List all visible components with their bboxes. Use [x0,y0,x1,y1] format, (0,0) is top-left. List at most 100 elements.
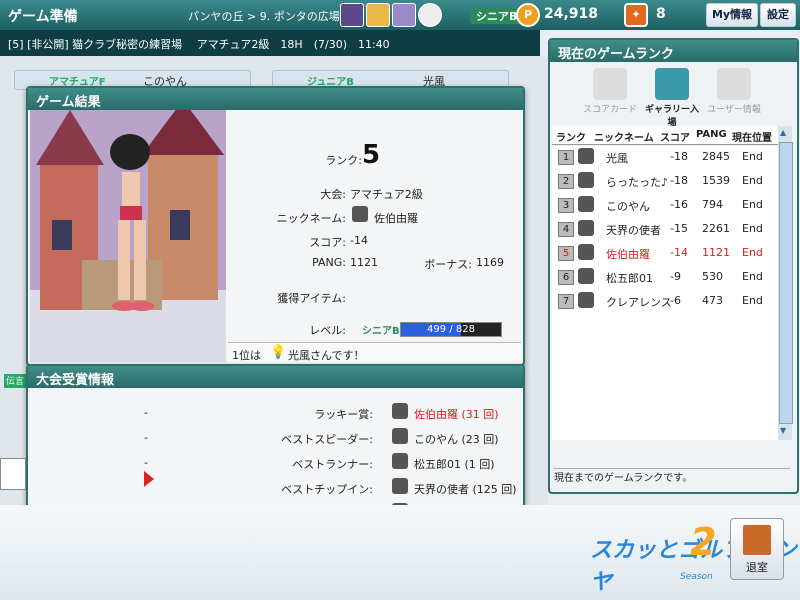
ranking-list[interactable]: 1 光風 -18 2845 End 2 らったった♪ -18 1539 End 3 このやん -16 79… [552,146,778,440]
ranking-score: -18 [670,174,688,187]
ranking-score: -16 [670,198,688,211]
award-value: このやん (23 回) [414,433,499,446]
ranking-pos: End [742,294,763,307]
ranking-row[interactable]: 2 らったった♪ -18 1539 End [552,170,778,192]
ranking-status: 現在までのゲームランクです。 [554,468,790,487]
settings-button[interactable]: 設定 [760,3,796,27]
first-place-line: 1位は 💡 光風さんです！ [228,342,521,363]
exit-label: 退室 [746,561,768,574]
mouse-cursor-icon [144,471,154,487]
ranking-pang: 794 [702,198,723,211]
award-value: 松五郎01 (1 回) [414,458,495,471]
chat-tab[interactable]: 伝言 [4,374,26,388]
ranking-row[interactable]: 6 松五郎01 -9 530 End [552,266,778,288]
ranking-row[interactable]: 4 天界の使者 -15 2261 End [552,218,778,240]
nickname-value: 佐伯由羅 [374,212,418,225]
ranking-pang: 2261 [702,222,730,235]
ranking-score: -6 [670,294,681,307]
rank-label: ランク: [325,154,362,167]
tab-label: ユーザー情報 [707,105,761,115]
ranking-score: -18 [670,150,688,163]
my-info-button[interactable]: My情報 [706,3,758,27]
screen-title: ゲーム準備 [8,9,78,25]
room-info-text: [5] [非公開] 猫クラブ秘密の練習場 アマチュア2級 18H (7/30) … [8,38,390,51]
ranking-score: -14 [670,246,688,259]
ranking-scrollbar[interactable]: ▲ ▼ [778,126,793,440]
award-dash: - [144,456,148,469]
pang-value: 1121 [350,256,378,269]
scroll-up-icon[interactable]: ▲ [780,128,786,137]
rank-number: 4 [558,222,574,237]
award-label: ラッキー賞: [314,408,373,421]
tab-scorecard[interactable]: スコアカード [580,68,640,122]
award-label: ベストチップイン: [281,483,373,496]
tab-user-info[interactable]: ユーザー情報 [704,68,764,122]
rank-number: 7 [558,294,574,309]
ranking-pang: 530 [702,270,723,283]
ranking-row[interactable]: 7 クレアレンス -6 473 End [552,290,778,312]
ranking-row[interactable]: 1 光風 -18 2845 End [552,146,778,168]
col-nickname: ニックネーム [594,133,654,144]
scorecard-icon [593,68,627,100]
ranking-name: 佐伯由羅 [606,248,650,261]
rank-value: 5 [362,140,381,170]
ranking-pang: 473 [702,294,723,307]
exit-button[interactable]: 退室 [730,518,784,580]
game-result-panel: ゲーム結果 ランク: 5 大会: アマチュア2級 ニックネーム: 佐伯由羅 スコ… [26,86,525,366]
ranking-name: らったった♪ [606,176,669,189]
lightbulb-icon: 💡 [270,345,287,360]
ranking-title: 現在のゲームランク [558,47,674,62]
player-avatar-icon [578,148,594,164]
ranking-row[interactable]: 5 佐伯由羅 -14 1121 End [552,242,778,264]
player-avatar-icon [352,206,368,222]
tab-label: スコアカード [582,105,637,115]
ranking-row[interactable]: 3 このやん -16 794 End [552,194,778,216]
ranking-name: 天界の使者 [606,224,661,237]
tourney-label: 大会: [320,188,346,201]
player-avatar-4[interactable] [418,3,442,27]
player-avatar-icon [578,172,594,188]
first-prefix: 1位は [232,349,261,362]
pang-label: PANG: [312,256,346,269]
rank-number: 1 [558,150,574,165]
awards-title: 大会受賞情報 [36,373,115,388]
tab-gallery[interactable]: ギャラリー入場 [642,68,702,128]
ranking-pang: 1121 [702,246,730,259]
pang-count: 24,918 [544,6,599,22]
score-label: スコア: [309,236,346,249]
ranking-name: 松五郎01 [606,272,653,285]
ranking-name: このやん [606,200,650,213]
items-label: 獲得アイテム: [277,292,346,305]
scroll-thumb[interactable] [779,142,793,424]
ranking-pos: End [742,174,763,187]
level-progress-text: 499 / 828 [427,324,475,335]
gallery-icon [655,68,689,100]
player-avatar-1[interactable] [340,3,364,27]
player-avatar-icon [578,268,594,284]
player-avatar-icon [578,196,594,212]
ranking-header: 現在のゲームランク [550,40,797,62]
scroll-down-icon[interactable]: ▼ [780,426,786,435]
player-avatar-icon [578,244,594,260]
ranking-pos: End [742,198,763,211]
character-scene-image [30,110,226,362]
col-score: スコア [660,133,690,144]
ranking-score: -15 [670,222,688,235]
player-avatar-2[interactable] [366,3,390,27]
user-info-icon [717,68,751,100]
top-bar: ゲーム準備 パンヤの丘 > 9. ポンタの広場 シニアB P 24,918 ✦ … [0,0,800,30]
award-label: ベストランナー: [292,458,373,471]
first-suffix: 光風さんです！ [288,349,365,362]
award-dash: - [144,431,148,444]
chat-input-stub[interactable] [0,458,26,490]
awards-header: 大会受賞情報 [28,366,523,388]
rank-number: 3 [558,198,574,213]
location-breadcrumb: パンヤの丘 > 9. ポンタの広場 [188,10,340,23]
player-avatar-3[interactable] [392,3,416,27]
rank-number: 6 [558,270,574,285]
level-label: レベル: [309,324,346,337]
ranking-pos: End [742,246,763,259]
ranking-pang: 2845 [702,150,730,163]
ranking-pos: End [742,222,763,235]
col-rank: ランク [556,133,586,144]
